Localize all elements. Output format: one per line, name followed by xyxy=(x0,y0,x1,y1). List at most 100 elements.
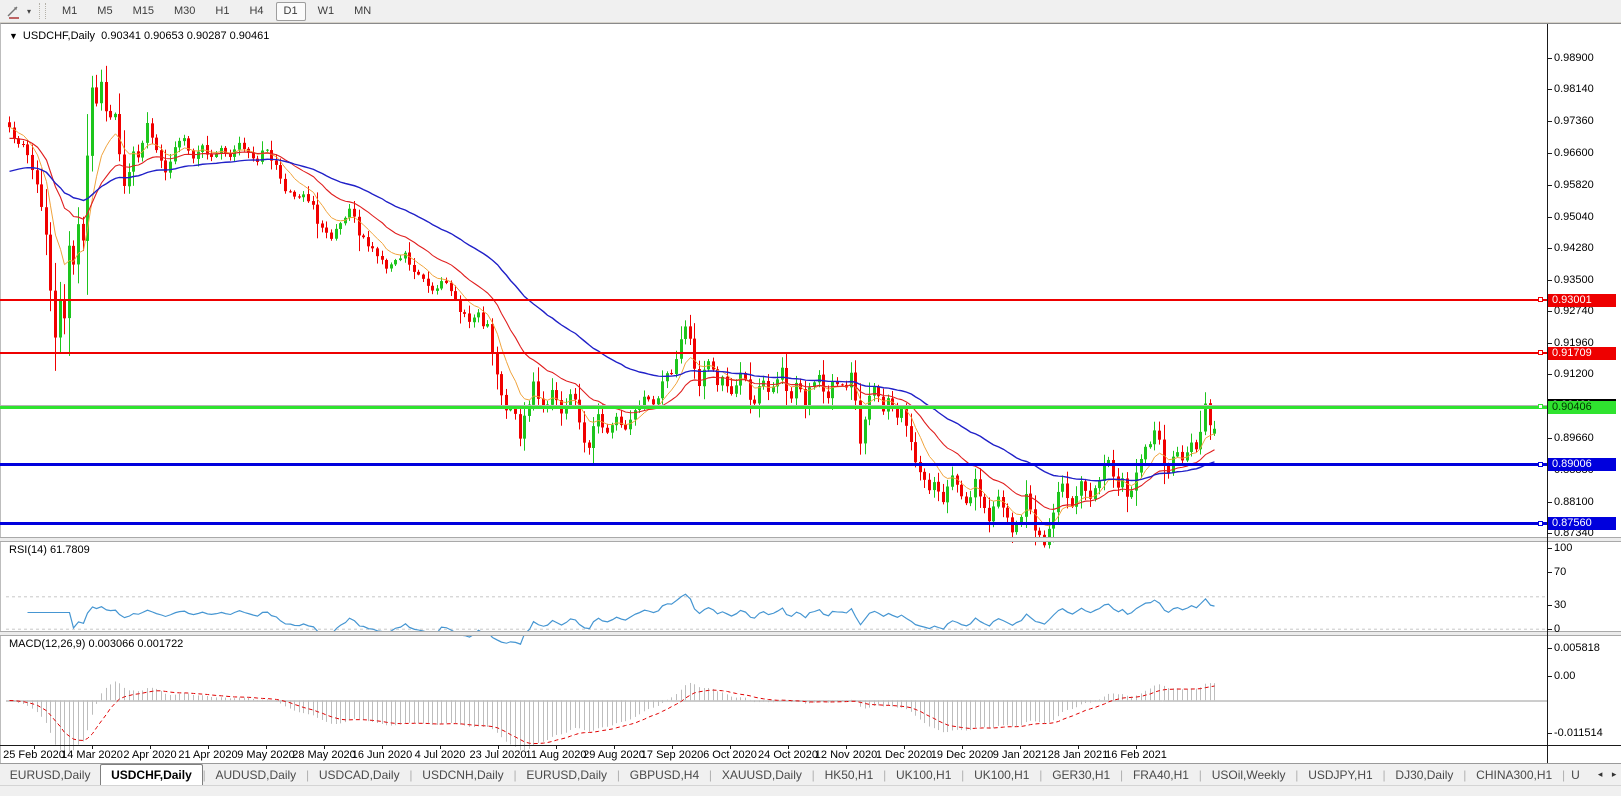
macd-scale-bottom: -0.011514 xyxy=(1554,728,1603,739)
rsi-scale-0: 0 xyxy=(1554,624,1560,635)
line-tool-icon[interactable] xyxy=(3,2,23,20)
macd-scale-zero: 0.00 xyxy=(1554,671,1575,682)
chart-tab-USDCHF-Daily[interactable]: USDCHF,Daily xyxy=(100,764,202,785)
chart-tab-USDJPY-H1[interactable]: USDJPY,H1 xyxy=(1298,764,1382,785)
tabs-scroll-right-icon[interactable]: ▸ xyxy=(1607,764,1621,785)
price-tick-0.95820-mark xyxy=(1548,185,1552,186)
macd-scale-top-mark xyxy=(1548,648,1552,649)
timeframe-button-H4[interactable]: H4 xyxy=(241,2,271,21)
macd-scale-top: 0.005818 xyxy=(1554,643,1600,654)
date-tick-label: 16 Feb 2021 xyxy=(1105,749,1167,761)
price-tick-0.92740: 0.92740 xyxy=(1554,306,1594,317)
date-tick-label: 1 Dec 2020 xyxy=(876,749,932,761)
timeframe-button-M30[interactable]: M30 xyxy=(166,2,203,21)
chart-tab-USDCAD-Daily[interactable]: USDCAD,Daily xyxy=(309,764,409,785)
rsi-indicator-label: RSI(14) 61.7809 xyxy=(9,544,90,556)
date-tick-label: 19 Dec 2020 xyxy=(931,749,993,761)
chart-tab-USOil-Weekly[interactable]: USOil,Weekly xyxy=(1202,764,1295,785)
macd-scale-bottom-mark xyxy=(1548,733,1552,734)
chart-title: ▼USDCHF,Daily 0.90341 0.90653 0.90287 0.… xyxy=(9,30,269,42)
date-tick-label: 25 Feb 2020 xyxy=(3,749,65,761)
price-pane-canvas[interactable] xyxy=(6,50,1548,561)
rsi-scale-70-mark xyxy=(1548,572,1552,573)
rsi-scale-30: 30 xyxy=(1554,600,1566,611)
toolbar: ▾ M1M5 M15M30H1H4 D1W1MN xyxy=(0,0,1621,23)
price-tick-0.98140-mark xyxy=(1548,89,1552,90)
tabs-scroll-left-icon[interactable]: ◂ xyxy=(1593,764,1607,785)
timeframe-button-W1[interactable]: W1 xyxy=(310,2,343,21)
date-tick-label: 21 Apr 2020 xyxy=(178,749,237,761)
date-tick-label: 29 Aug 2020 xyxy=(583,749,645,761)
chart-tab-GER30-H1[interactable]: GER30,H1 xyxy=(1042,764,1120,785)
line-handle-0.93001[interactable] xyxy=(1538,297,1543,302)
timeframe-button-D1[interactable]: D1 xyxy=(276,2,306,21)
price-tick-0.96600-mark xyxy=(1548,153,1552,154)
chart-tab-CHINA300-H1[interactable]: CHINA300,H1 xyxy=(1466,764,1562,785)
chart-tab-DJ30-Daily[interactable]: DJ30,Daily xyxy=(1386,764,1464,785)
chart-tab-bar: EURUSD,DailyUSDCHF,Daily|AUDUSD,Daily|US… xyxy=(0,763,1621,785)
line-handle-0.89006[interactable] xyxy=(1538,462,1543,467)
date-tick-label: 14 Mar 2020 xyxy=(61,749,123,761)
rsi-scale-30-mark xyxy=(1548,605,1552,606)
price-tick-0.98900-mark xyxy=(1548,58,1552,59)
price-tick-0.93500-mark xyxy=(1548,280,1552,281)
price-tick-0.93500: 0.93500 xyxy=(1554,275,1594,286)
date-tick-label: 23 Jul 2020 xyxy=(470,749,527,761)
price-tick-0.94280: 0.94280 xyxy=(1554,243,1594,254)
chart-tab-USDCNH-Daily[interactable]: USDCNH,Daily xyxy=(413,764,514,785)
horizontal-level-line-0.89006[interactable] xyxy=(0,463,1547,466)
horizontal-level-line-0.87560[interactable] xyxy=(0,522,1547,525)
price-tick-0.91200-mark xyxy=(1548,374,1552,375)
price-tick-0.91960-mark xyxy=(1548,343,1552,344)
date-axis-border xyxy=(0,745,1621,746)
price-tick-0.88100: 0.88100 xyxy=(1554,497,1594,508)
chart-window xyxy=(0,23,1621,763)
date-tick-label: 28 May 2020 xyxy=(292,749,356,761)
date-tick-label: 28 Jan 2021 xyxy=(1048,749,1109,761)
timeframe-button-group: M1M5 M15M30H1H4 D1W1MN xyxy=(52,2,381,21)
chart-tab-GBPUSD-H4[interactable]: GBPUSD,H4 xyxy=(620,764,709,785)
timeframe-button-MN[interactable]: MN xyxy=(346,2,379,21)
chart-tab-U[interactable]: U xyxy=(1565,764,1593,785)
price-tick-0.91200: 0.91200 xyxy=(1554,369,1594,380)
horizontal-level-line-0.93001[interactable] xyxy=(0,299,1547,301)
pane-splitter-macd[interactable] xyxy=(0,631,1621,636)
pane-splitter-rsi[interactable] xyxy=(0,537,1621,542)
chart-tab-XAUUSD-Daily[interactable]: XAUUSD,Daily xyxy=(712,764,812,785)
chart-tab-EURUSD-Daily[interactable]: EURUSD,Daily xyxy=(517,764,617,785)
chart-tab-AUDUSD-Daily[interactable]: AUDUSD,Daily xyxy=(206,764,306,785)
chart-tab-FRA40-H1[interactable]: FRA40,H1 xyxy=(1123,764,1199,785)
price-tick-0.97360-mark xyxy=(1548,121,1552,122)
level-price-label-0.89006: 0.89006 xyxy=(1548,458,1616,471)
rsi-value: 61.7809 xyxy=(50,544,90,556)
price-tick-0.95040: 0.95040 xyxy=(1554,212,1594,223)
tool-dropdown-caret-icon[interactable]: ▾ xyxy=(23,7,35,16)
timeframe-button-M5[interactable]: M5 xyxy=(89,2,120,21)
line-handle-0.90406[interactable] xyxy=(1538,404,1543,409)
date-tick-label: 9 Jan 2021 xyxy=(993,749,1047,761)
horizontal-level-line-0.90406[interactable] xyxy=(0,406,1547,409)
timeframe-button-H1[interactable]: H1 xyxy=(207,2,237,21)
price-tick-0.87340-mark xyxy=(1548,533,1552,534)
price-tick-0.98140: 0.98140 xyxy=(1554,84,1594,95)
rsi-pane-canvas[interactable] xyxy=(6,565,1548,655)
price-tick-0.88100-mark xyxy=(1548,502,1552,503)
horizontal-level-line-0.91709[interactable] xyxy=(0,352,1547,354)
rsi-scale-100: 100 xyxy=(1554,543,1572,554)
chart-tab-UK100-H1[interactable]: UK100,H1 xyxy=(964,764,1039,785)
timeframe-button-M1[interactable]: M1 xyxy=(54,2,85,21)
timeframe-button-M15[interactable]: M15 xyxy=(125,2,162,21)
chart-tab-UK100-H1[interactable]: UK100,H1 xyxy=(886,764,961,785)
chart-tab-HK50-H1[interactable]: HK50,H1 xyxy=(815,764,883,785)
chart-tab-EURUSD-Daily[interactable]: EURUSD,Daily xyxy=(0,764,100,785)
line-handle-0.87560[interactable] xyxy=(1538,521,1543,526)
price-tick-0.95820: 0.95820 xyxy=(1554,180,1594,191)
symbol-dropdown-icon[interactable]: ▼ xyxy=(9,31,18,41)
rsi-scale-0-mark xyxy=(1548,629,1552,630)
price-tick-0.94280-mark xyxy=(1548,248,1552,249)
date-tick-label: 11 Aug 2020 xyxy=(526,749,587,761)
line-handle-0.91709[interactable] xyxy=(1538,350,1543,355)
rsi-scale-100-mark xyxy=(1548,548,1552,549)
price-tick-0.98900: 0.98900 xyxy=(1554,53,1594,64)
date-tick-label: 12 Nov 2020 xyxy=(815,749,877,761)
